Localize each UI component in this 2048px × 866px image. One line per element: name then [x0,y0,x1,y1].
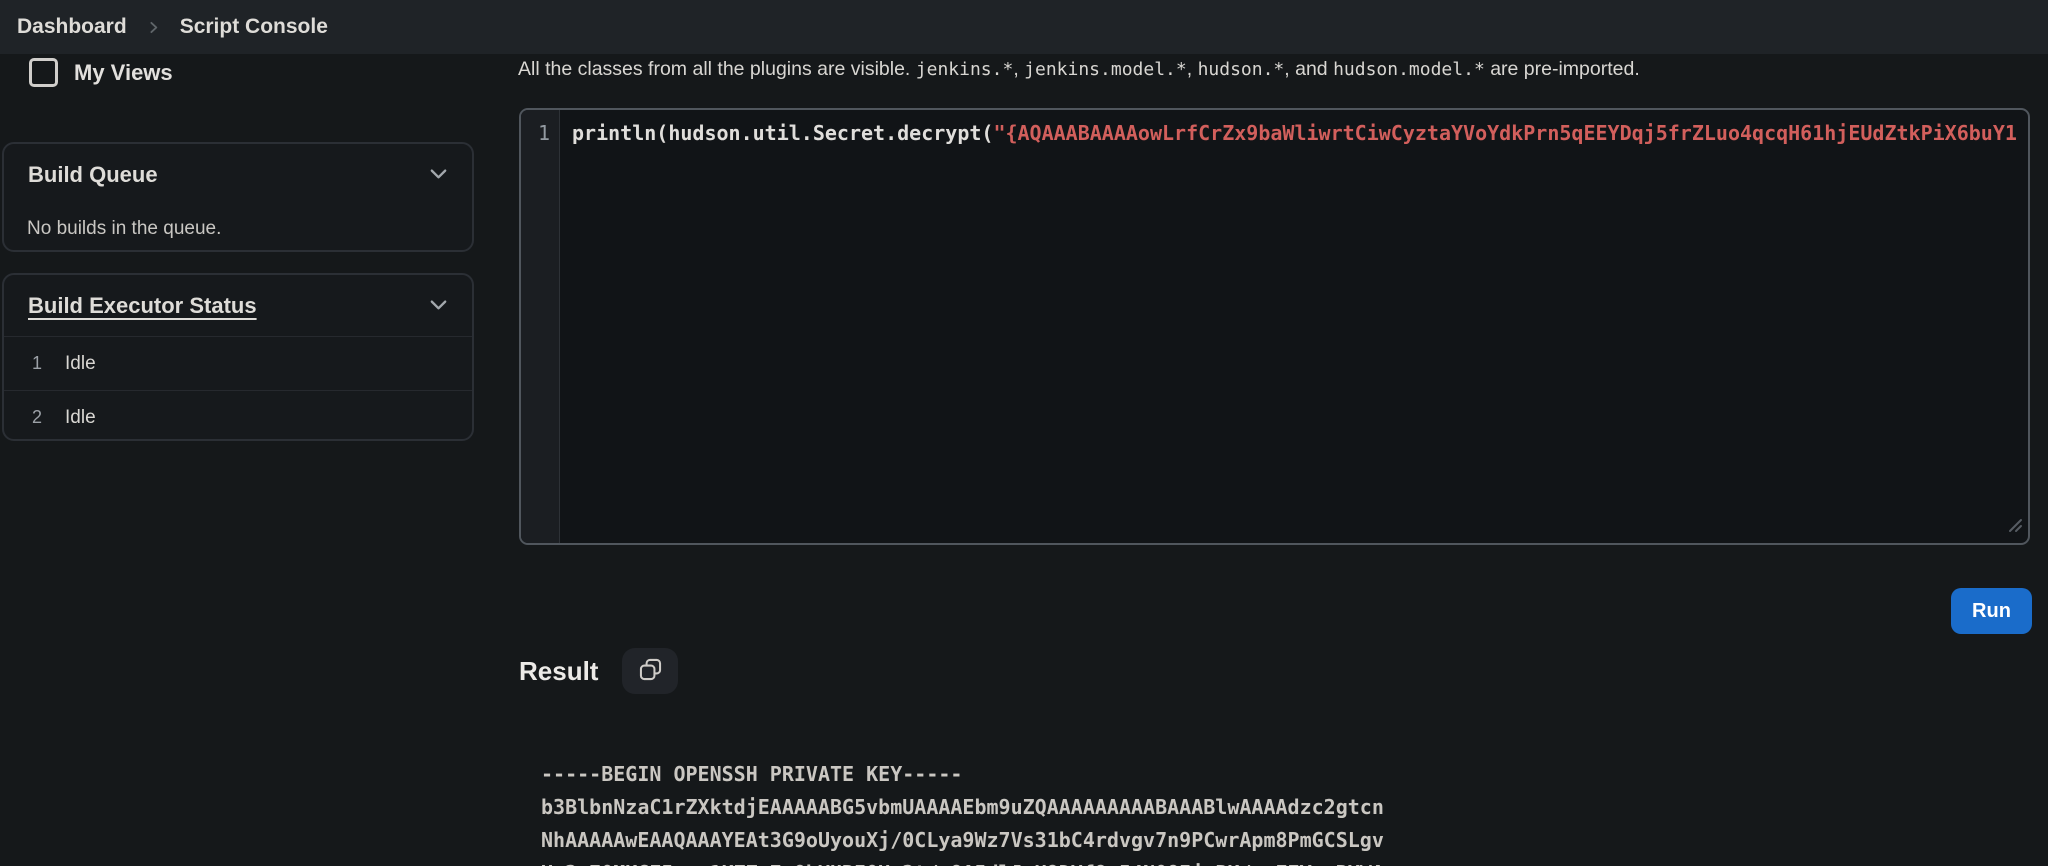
my-views-label: My Views [74,59,173,85]
editor-resize-handle-icon[interactable] [2007,517,2023,538]
build-executor-status-collapse-button[interactable] [427,293,450,319]
result-title: Result [519,655,599,686]
breadcrumb: Dashboard Script Console [0,0,2048,54]
script-code-input[interactable]: println(hudson.util.Secret.decrypt("{AQA… [561,110,2028,543]
copy-icon [637,656,664,686]
code-text: println(hudson.util.Secret.decrypt( [572,121,994,145]
executor-number: 2 [32,407,43,427]
result-line: NhAAAAAwEAAQAAAYEAt3G9oUyouXj/0CLya9Wz7V… [541,828,1384,852]
script-console-description: All the classes from all the plugins are… [518,58,1640,80]
editor-line-number-gutter: 1 [521,110,560,543]
build-executor-status-panel: Build Executor Status 1 Idle 2 Idle [2,273,474,441]
run-button[interactable]: Run [1951,588,2032,634]
result-output: -----BEGIN OPENSSH PRIVATE KEY----- b3Blb… [541,758,2021,866]
executor-status: Idle [65,406,96,428]
result-line: -----BEGIN OPENSSH PRIVATE KEY----- [541,762,963,786]
result-section-heading: Result [519,648,679,694]
executor-row: 1 Idle [4,336,472,390]
result-line: b3BlbnNzaC1rZXktdjEAAAAABG5vbmUAAAAEbm9u… [541,795,1384,819]
result-line: Up2m70MKGE5e+s1KZZw7qQbVHRI0U+2t/u8A5dlJ… [541,857,2021,866]
executor-status: Idle [65,352,96,374]
breadcrumb-separator-icon [145,19,162,36]
script-editor: 1 println(hudson.util.Secret.decrypt("{A… [519,108,2030,545]
my-views-icon [29,58,58,87]
executor-number: 1 [32,353,43,373]
build-executor-status-title[interactable]: Build Executor Status [28,293,257,319]
chevron-down-icon [427,293,450,319]
chevron-down-icon [427,162,450,188]
build-queue-collapse-button[interactable] [427,162,450,188]
breadcrumb-item-script-console[interactable]: Script Console [180,15,328,39]
copy-result-button[interactable] [622,648,679,694]
executor-row: 2 Idle [4,390,472,444]
build-queue-empty-message: No builds in the queue. [27,218,222,239]
code-secret-string: "{AQAAABAAAAowLrfCrZx9baWliwrtCiwCyztaYV… [993,121,2017,145]
build-queue-title[interactable]: Build Queue [28,162,158,188]
breadcrumb-item-dashboard[interactable]: Dashboard [17,15,127,39]
line-number: 1 [537,121,550,145]
sidebar-item-my-views[interactable]: My Views [29,58,173,87]
build-queue-panel: Build Queue No builds in the queue. [2,142,474,252]
